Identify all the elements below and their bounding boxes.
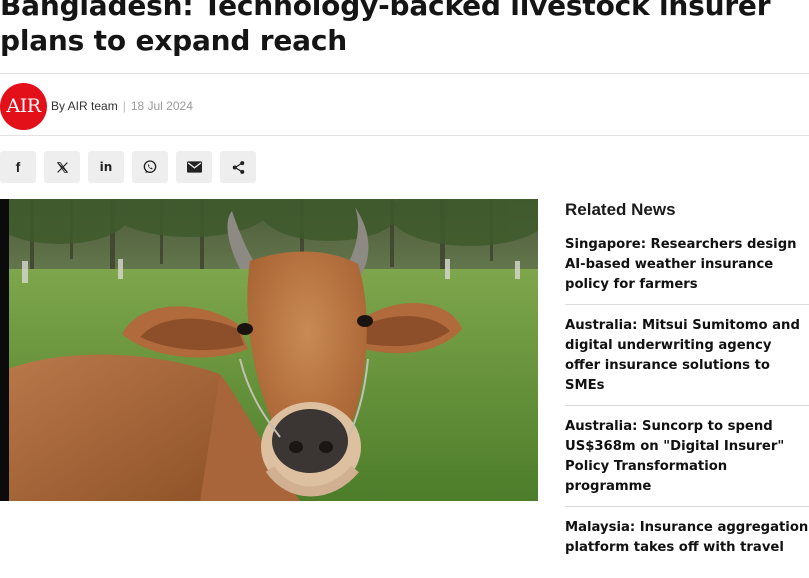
author-logo-text: AIR — [6, 95, 41, 117]
whatsapp-share-button[interactable] — [132, 151, 168, 183]
byline: AIR By AIR team | 18 Jul 2024 — [0, 82, 193, 130]
article-title-line-1: Bangladesh: Technology-backed livestock … — [0, 0, 771, 22]
related-news-item[interactable]: Malaysia: Insurance aggregation platform… — [565, 518, 809, 567]
related-news-item[interactable]: Singapore: Researchers design AI-based w… — [565, 235, 809, 305]
author-avatar[interactable]: AIR — [0, 82, 47, 130]
related-news-heading: Related News — [565, 200, 676, 219]
hero-image — [0, 199, 538, 501]
author-name[interactable]: By AIR team — [51, 99, 118, 113]
article-title-line-2: plans to expand reach — [0, 24, 347, 57]
divider — [0, 135, 809, 136]
article-title: Bangladesh: Technology-backed livestock … — [0, 0, 809, 58]
related-news-item[interactable]: Australia: Mitsui Sumitomo and digital u… — [565, 316, 809, 406]
linkedin-icon: in — [99, 160, 113, 174]
facebook-icon: f — [15, 159, 21, 175]
share-bar: f in — [0, 151, 256, 183]
divider — [0, 73, 809, 74]
related-news-item[interactable]: Australia: Suncorp to spend US$368m on "… — [565, 417, 809, 507]
x-twitter-icon — [56, 161, 68, 173]
cow-photo — [0, 199, 538, 501]
email-share-button[interactable] — [176, 151, 212, 183]
email-icon — [186, 161, 202, 173]
facebook-share-button[interactable]: f — [0, 151, 36, 183]
publish-date: 18 Jul 2024 — [130, 99, 193, 113]
share-icon — [232, 160, 244, 174]
linkedin-share-button[interactable]: in — [88, 151, 124, 183]
related-news: Related News Singapore: Researchers desi… — [565, 199, 809, 578]
byline-separator: | — [122, 99, 126, 113]
related-news-list: Singapore: Researchers design AI-based w… — [565, 235, 809, 567]
whatsapp-icon — [143, 160, 157, 173]
x-share-button[interactable] — [44, 151, 80, 183]
more-share-button[interactable] — [220, 151, 256, 183]
